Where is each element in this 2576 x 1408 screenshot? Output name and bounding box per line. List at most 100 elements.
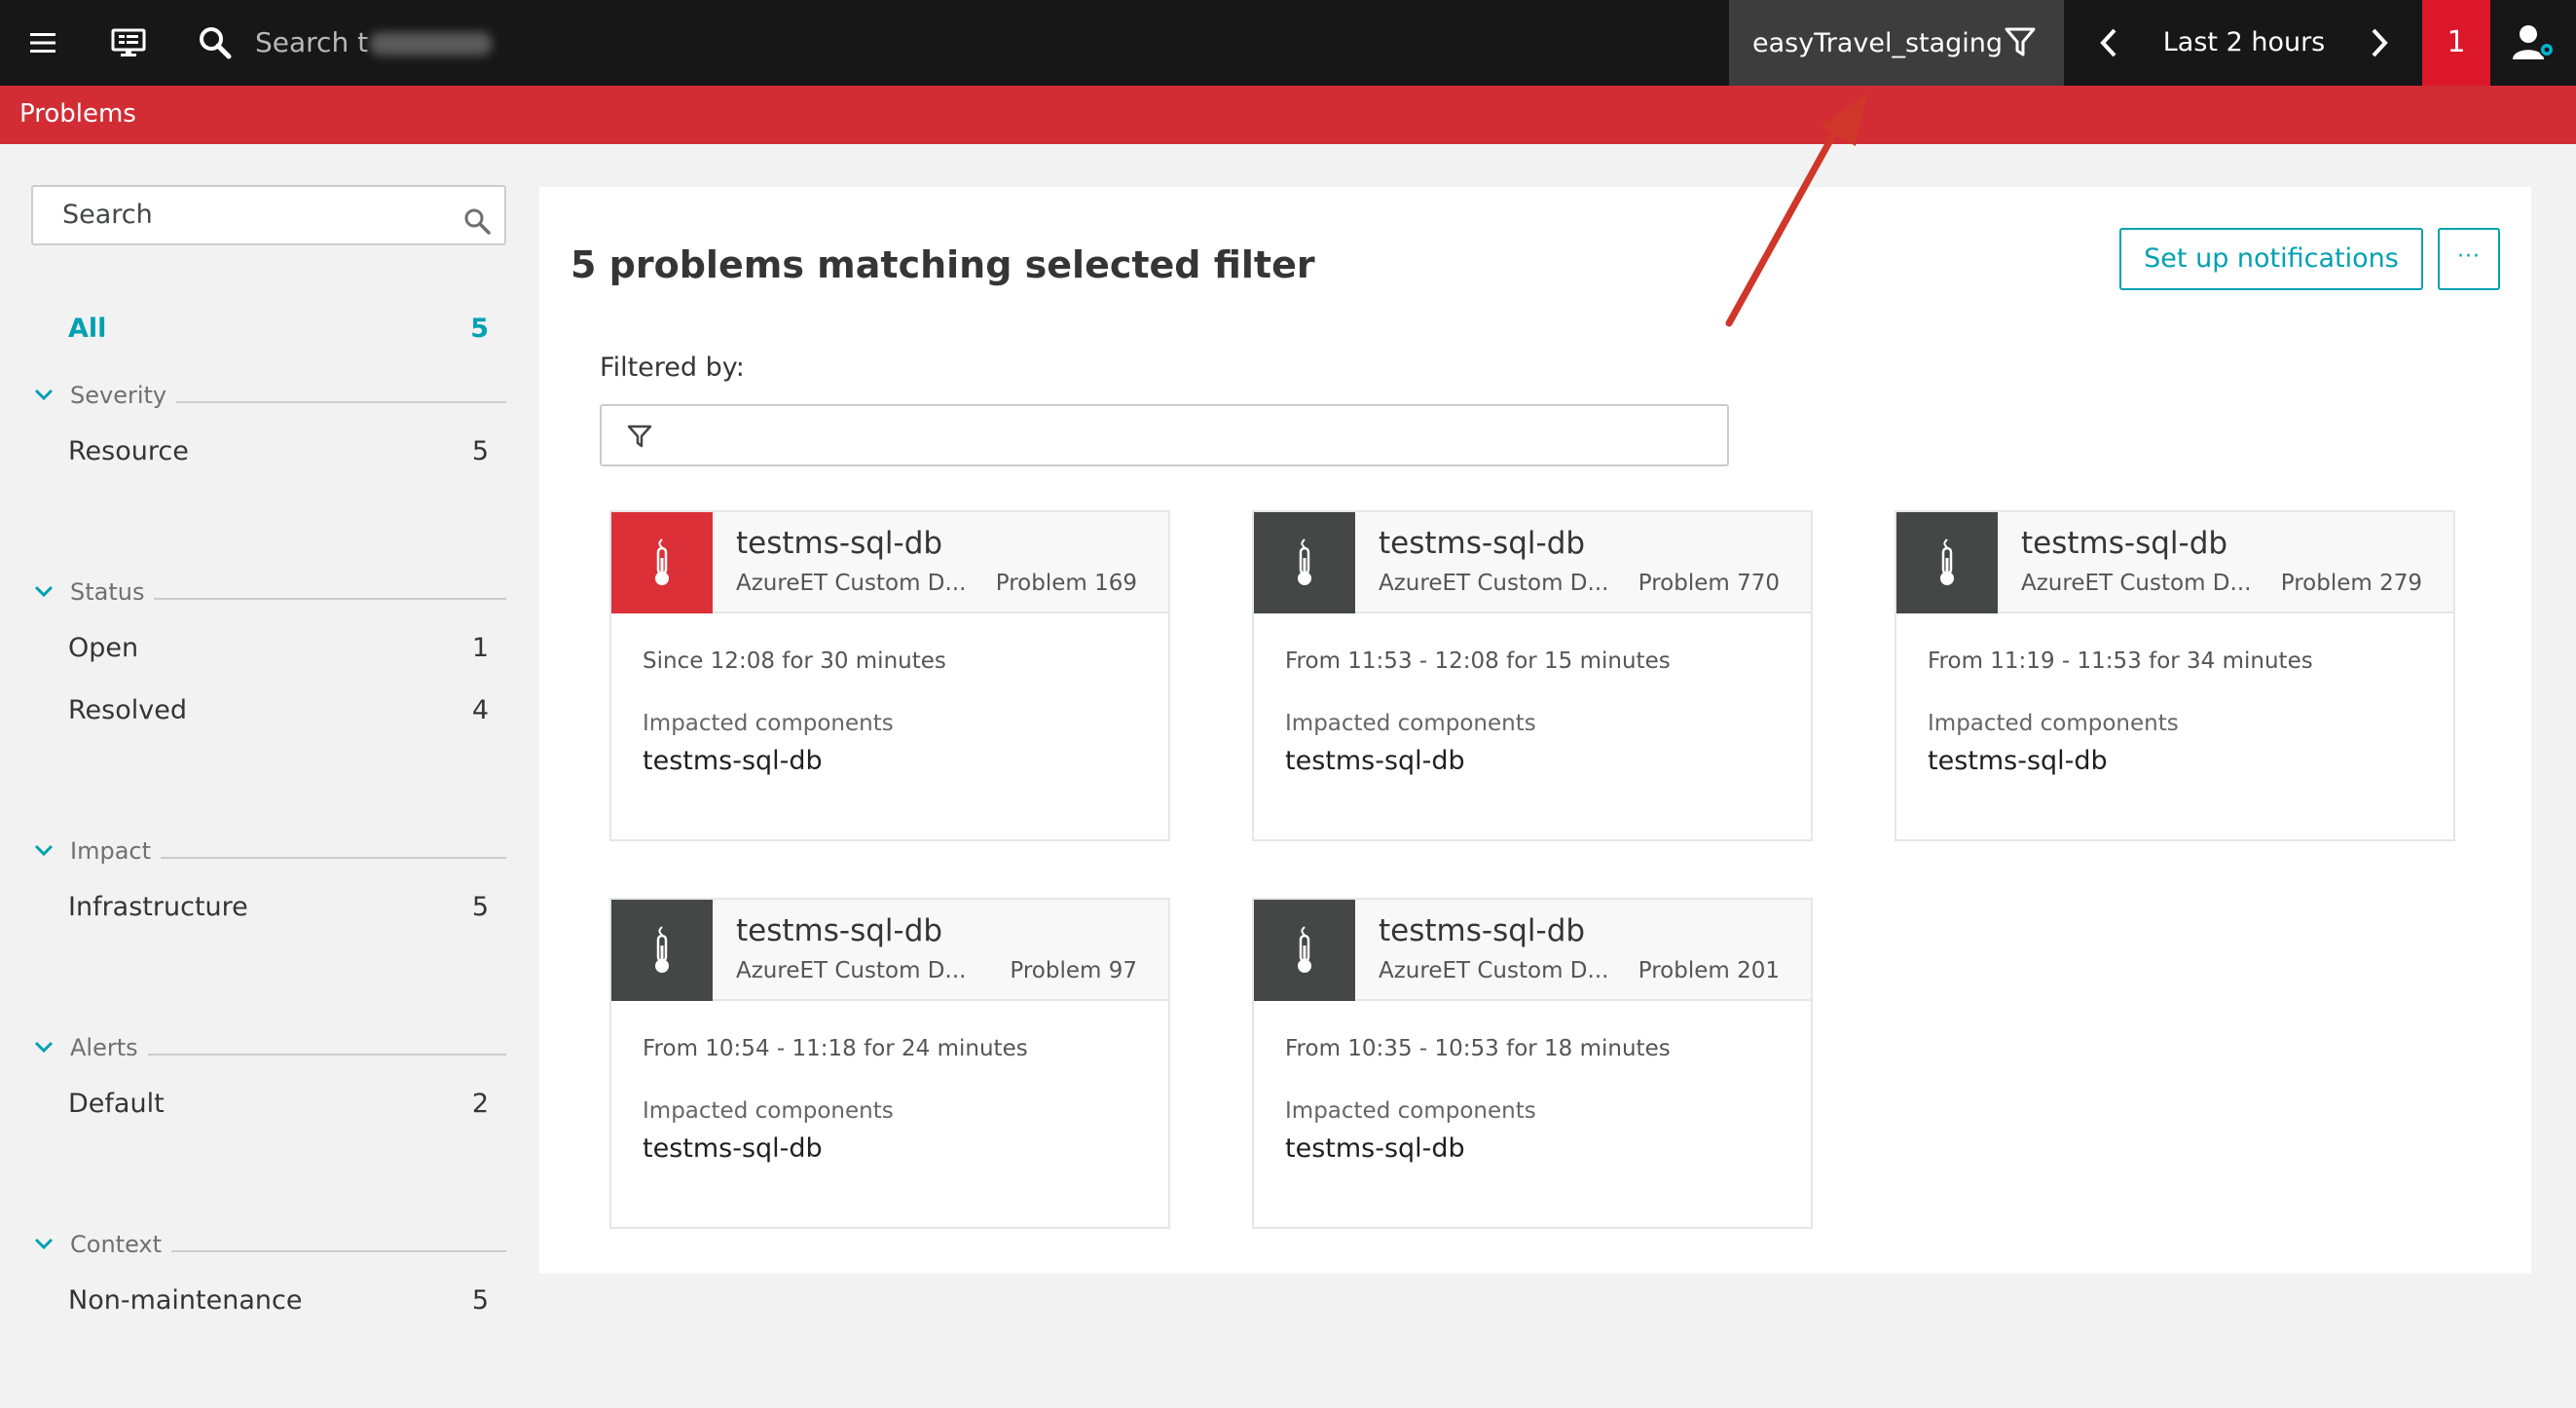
impacted-component: testms-sql-db: [1285, 746, 1465, 776]
environment-selector[interactable]: easyTravel_staging: [1729, 0, 2064, 86]
filter-item-resource[interactable]: Resource 5: [68, 436, 489, 466]
impacted-component: testms-sql-db: [1928, 746, 2108, 776]
redacted-tenant-name: [370, 32, 493, 56]
filter-item-count: 4: [471, 695, 489, 725]
impacted-component: testms-sql-db: [1285, 1133, 1465, 1164]
problem-card-header: testms-sql-db AzureET Custom D... Proble…: [611, 900, 1168, 1001]
problem-card-header: testms-sql-db AzureET Custom D... Proble…: [1254, 900, 1811, 1001]
sidebar-search-placeholder: Search: [62, 200, 153, 230]
problem-duration: From 11:53 - 12:08 for 15 minutes: [1285, 648, 1671, 674]
impacted-components-label: Impacted components: [643, 1098, 894, 1124]
environment-name: easyTravel_staging: [1752, 27, 2004, 58]
impacted-component: testms-sql-db: [643, 1133, 823, 1164]
filter-item-open[interactable]: Open 1: [68, 633, 489, 663]
timeframe-selector[interactable]: Last 2 hours: [2152, 0, 2337, 86]
problem-entity: AzureET Custom D...: [1379, 958, 1609, 983]
filter-item-count: 5: [471, 892, 489, 922]
problem-card[interactable]: testms-sql-db AzureET Custom D... Proble…: [1252, 898, 1813, 1229]
filter-group-label: Context: [70, 1231, 172, 1258]
problem-id: Problem 279: [2280, 571, 2422, 596]
problem-title: testms-sql-db: [2021, 526, 2228, 561]
filter-item-label: Open: [68, 633, 139, 663]
problem-card-header: testms-sql-db AzureET Custom D... Proble…: [611, 512, 1168, 613]
impacted-components-label: Impacted components: [643, 711, 894, 736]
problem-card-header: testms-sql-db AzureET Custom D... Proble…: [1254, 512, 1811, 613]
page-title-bar: Problems: [0, 86, 2576, 144]
problem-id: Problem 97: [1010, 958, 1137, 983]
page-title: Problems: [19, 99, 136, 129]
top-navigation-bar: Search t easyTravel_staging Last 2 hours…: [0, 0, 2576, 86]
problem-id: Problem 770: [1638, 571, 1780, 596]
filter-item-count: 5: [471, 436, 489, 466]
chevron-down-icon: [34, 585, 54, 598]
filter-item-non-maintenance[interactable]: Non-maintenance 5: [68, 1285, 489, 1315]
thermometer-icon: [1254, 900, 1355, 1001]
thermometer-icon: [1254, 512, 1355, 613]
filter-item-label: Infrastructure: [68, 892, 248, 922]
filter-item-label: Default: [68, 1089, 165, 1119]
search-icon: [461, 201, 493, 257]
filter-group-label: Status: [70, 578, 155, 606]
impacted-components-label: Impacted components: [1285, 1098, 1536, 1124]
chevron-down-icon: [34, 844, 54, 857]
filter-item-count: 1: [471, 633, 489, 663]
thermometer-icon: [1896, 512, 1998, 613]
problem-card[interactable]: testms-sql-db AzureET Custom D... Proble…: [1895, 510, 2455, 841]
problem-duration: From 10:35 - 10:53 for 18 minutes: [1285, 1036, 1671, 1061]
problem-title: testms-sql-db: [1379, 913, 1586, 948]
filter-input[interactable]: [600, 404, 1729, 466]
chevron-down-icon: [34, 389, 54, 401]
filter-group-status[interactable]: Status: [33, 578, 506, 608]
filtered-by-label: Filtered by:: [600, 352, 745, 383]
problem-id: Problem 201: [1638, 958, 1780, 983]
more-options-button[interactable]: ···: [2438, 228, 2500, 290]
problems-panel: 5 problems matching selected filter Set …: [539, 187, 2531, 1274]
filter-group-alerts[interactable]: Alerts: [33, 1034, 506, 1063]
sidebar-search-input[interactable]: Search: [31, 185, 506, 245]
filter-group-label: Alerts: [70, 1034, 148, 1061]
filter-item-infrastructure[interactable]: Infrastructure 5: [68, 892, 489, 922]
timeframe-previous-button[interactable]: [2066, 0, 2152, 86]
set-up-notifications-button[interactable]: Set up notifications: [2119, 228, 2423, 290]
filter-item-default[interactable]: Default 2: [68, 1089, 489, 1119]
chevron-down-icon: [34, 1238, 54, 1250]
problem-title: testms-sql-db: [736, 913, 943, 948]
problem-title: testms-sql-db: [736, 526, 943, 561]
filter-group-label: Impact: [70, 837, 162, 865]
filter-group-impact[interactable]: Impact: [33, 837, 506, 867]
filter-icon: [2004, 25, 2037, 62]
filter-item-resolved[interactable]: Resolved 4: [68, 695, 489, 725]
user-menu-button[interactable]: [2490, 0, 2576, 86]
search-icon[interactable]: [191, 0, 239, 86]
monitor-icon[interactable]: [86, 0, 171, 86]
filter-all-count: 5: [470, 314, 489, 344]
filter-all[interactable]: All 5: [68, 314, 489, 344]
problem-entity: AzureET Custom D...: [2021, 571, 2252, 596]
problem-card[interactable]: testms-sql-db AzureET Custom D... Proble…: [1252, 510, 1813, 841]
problem-card[interactable]: testms-sql-db AzureET Custom D... Proble…: [609, 510, 1170, 841]
problem-entity: AzureET Custom D...: [1379, 571, 1609, 596]
problem-card-header: testms-sql-db AzureET Custom D... Proble…: [1896, 512, 2453, 613]
filter-group-severity[interactable]: Severity: [33, 382, 506, 411]
thermometer-icon: [611, 900, 713, 1001]
problem-entity: AzureET Custom D...: [736, 571, 967, 596]
problem-duration: From 10:54 - 11:18 for 24 minutes: [643, 1036, 1028, 1061]
user-icon: [2513, 25, 2555, 59]
problem-count-badge[interactable]: 1: [2422, 0, 2490, 86]
filter-icon: [627, 425, 652, 448]
filter-group-label: Severity: [70, 382, 177, 409]
global-search-input[interactable]: Search t: [255, 0, 493, 86]
thermometer-icon: [611, 512, 713, 613]
menu-icon[interactable]: [0, 0, 86, 86]
filter-item-label: Resource: [68, 436, 189, 466]
filter-item-count: 5: [471, 1285, 489, 1315]
problem-duration: Since 12:08 for 30 minutes: [643, 648, 946, 674]
problem-card[interactable]: testms-sql-db AzureET Custom D... Proble…: [609, 898, 1170, 1229]
problem-title: testms-sql-db: [1379, 526, 1586, 561]
chevron-left-icon: [2100, 28, 2116, 57]
timeframe-next-button[interactable]: [2337, 0, 2422, 86]
filter-item-label: Resolved: [68, 695, 187, 725]
filter-group-context[interactable]: Context: [33, 1231, 506, 1260]
problem-entity: AzureET Custom D...: [736, 958, 967, 983]
search-placeholder: Search t: [255, 26, 369, 58]
